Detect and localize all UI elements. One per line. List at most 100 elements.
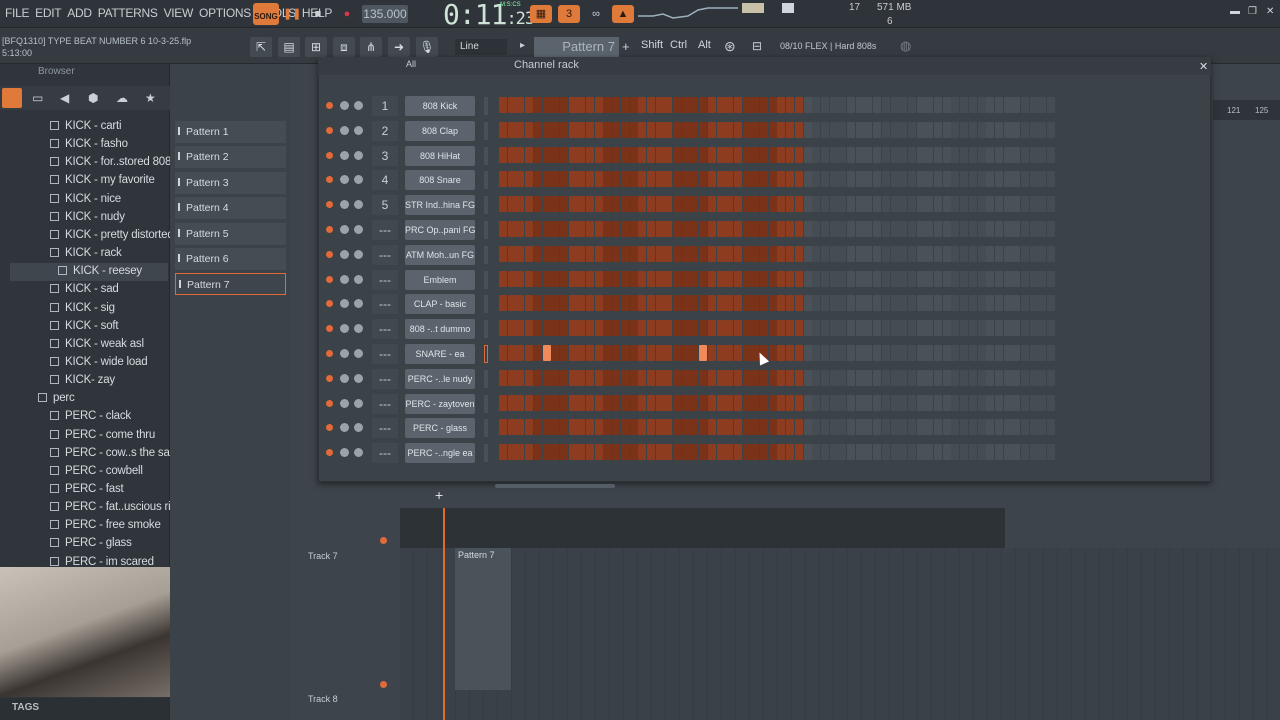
step-button[interactable]: [690, 221, 699, 237]
step-button[interactable]: [786, 345, 795, 361]
step-button[interactable]: [629, 369, 638, 386]
step-button[interactable]: [664, 369, 673, 386]
channel-volume-knob[interactable]: [354, 274, 363, 284]
step-button[interactable]: [725, 394, 734, 411]
step-button[interactable]: [794, 444, 803, 461]
step-button[interactable]: [629, 121, 638, 138]
step-button[interactable]: [620, 394, 629, 411]
step-button[interactable]: [1029, 369, 1038, 386]
step-button[interactable]: [1021, 320, 1029, 337]
step-button[interactable]: [751, 394, 760, 411]
step-button[interactable]: [786, 394, 795, 411]
step-button[interactable]: [942, 444, 951, 461]
step-button[interactable]: [725, 320, 734, 337]
step-button[interactable]: [673, 320, 681, 337]
step-button[interactable]: [690, 171, 699, 188]
channel-mixer-track[interactable]: 1: [372, 96, 398, 116]
step-button[interactable]: [829, 270, 838, 287]
step-button[interactable]: [994, 394, 1003, 411]
step-button[interactable]: [994, 270, 1003, 287]
step-button[interactable]: [820, 97, 829, 113]
step-button[interactable]: [1012, 295, 1021, 312]
step-button[interactable]: [760, 295, 768, 312]
step-button[interactable]: [942, 419, 951, 436]
step-button[interactable]: [803, 394, 812, 411]
step-button[interactable]: [725, 97, 734, 113]
step-button[interactable]: [525, 245, 534, 262]
step-button[interactable]: [586, 419, 594, 436]
step-button[interactable]: [612, 345, 621, 361]
step-button[interactable]: [681, 121, 690, 138]
step-button[interactable]: [681, 196, 690, 213]
step-button[interactable]: [751, 221, 760, 237]
channel-pan-knob[interactable]: [340, 175, 349, 185]
pattern-item[interactable]: Pattern 6: [175, 248, 286, 270]
step-button[interactable]: [838, 146, 847, 163]
step-button[interactable]: [533, 394, 542, 411]
step-button[interactable]: [1047, 320, 1056, 337]
step-button[interactable]: [751, 97, 760, 113]
step-button[interactable]: [855, 295, 864, 312]
step-button[interactable]: [690, 245, 699, 262]
step-button[interactable]: [951, 221, 960, 237]
step-button[interactable]: [568, 146, 577, 163]
channel-volume-knob[interactable]: [354, 423, 363, 433]
channel-name-button[interactable]: ATM Moh..un FG: [405, 244, 475, 265]
step-button[interactable]: [942, 97, 951, 113]
step-button[interactable]: [586, 196, 594, 213]
step-button[interactable]: [690, 270, 699, 287]
step-button[interactable]: [499, 369, 507, 386]
step-button[interactable]: [960, 419, 969, 436]
step-button[interactable]: [916, 121, 925, 138]
step-button[interactable]: [655, 345, 664, 361]
channel-volume-knob[interactable]: [354, 349, 363, 358]
step-button[interactable]: [760, 419, 768, 436]
step-button[interactable]: [594, 245, 603, 262]
channel-name-button[interactable]: 808 Snare: [405, 170, 475, 191]
step-button[interactable]: [786, 245, 795, 262]
step-button[interactable]: [760, 196, 768, 213]
step-button[interactable]: [890, 419, 899, 436]
step-button[interactable]: [960, 320, 969, 337]
step-button[interactable]: [864, 345, 873, 361]
step-button[interactable]: [803, 121, 812, 138]
step-button[interactable]: [525, 419, 534, 436]
step-button[interactable]: [577, 97, 586, 113]
step-button[interactable]: [751, 295, 760, 312]
step-button[interactable]: [603, 97, 612, 113]
step-button[interactable]: [577, 394, 586, 411]
step-button[interactable]: [855, 270, 864, 287]
step-button[interactable]: [968, 295, 977, 312]
channel-volume-knob[interactable]: [354, 101, 363, 110]
step-button[interactable]: [1029, 121, 1038, 138]
step-button[interactable]: [899, 196, 908, 213]
step-button[interactable]: [533, 121, 542, 138]
step-button[interactable]: [907, 146, 916, 163]
step-button[interactable]: [629, 221, 638, 237]
step-button[interactable]: [951, 419, 960, 436]
channel-mute-led[interactable]: [326, 399, 333, 407]
step-button[interactable]: [664, 196, 673, 213]
step-button[interactable]: [873, 345, 882, 361]
channel-mute-led[interactable]: [326, 374, 333, 382]
step-button[interactable]: [525, 196, 534, 213]
pattern-item[interactable]: Pattern 4: [175, 197, 286, 220]
step-button[interactable]: [542, 419, 551, 436]
step-button[interactable]: [934, 369, 942, 386]
step-button[interactable]: [1029, 245, 1038, 262]
step-button[interactable]: [725, 444, 734, 461]
step-button[interactable]: [716, 270, 725, 287]
step-button[interactable]: [968, 171, 977, 188]
step-button[interactable]: [699, 444, 708, 461]
step-button[interactable]: [855, 369, 864, 386]
step-button[interactable]: [594, 320, 603, 337]
step-button[interactable]: [499, 444, 507, 461]
step-button[interactable]: [873, 245, 882, 262]
step-button[interactable]: [533, 97, 542, 113]
step-button[interactable]: [794, 345, 803, 361]
browser-item[interactable]: PERC - come thru: [50, 426, 155, 444]
step-button[interactable]: [742, 369, 751, 386]
step-button[interactable]: [629, 146, 638, 163]
step-button[interactable]: [699, 419, 708, 436]
step-button[interactable]: [994, 444, 1003, 461]
